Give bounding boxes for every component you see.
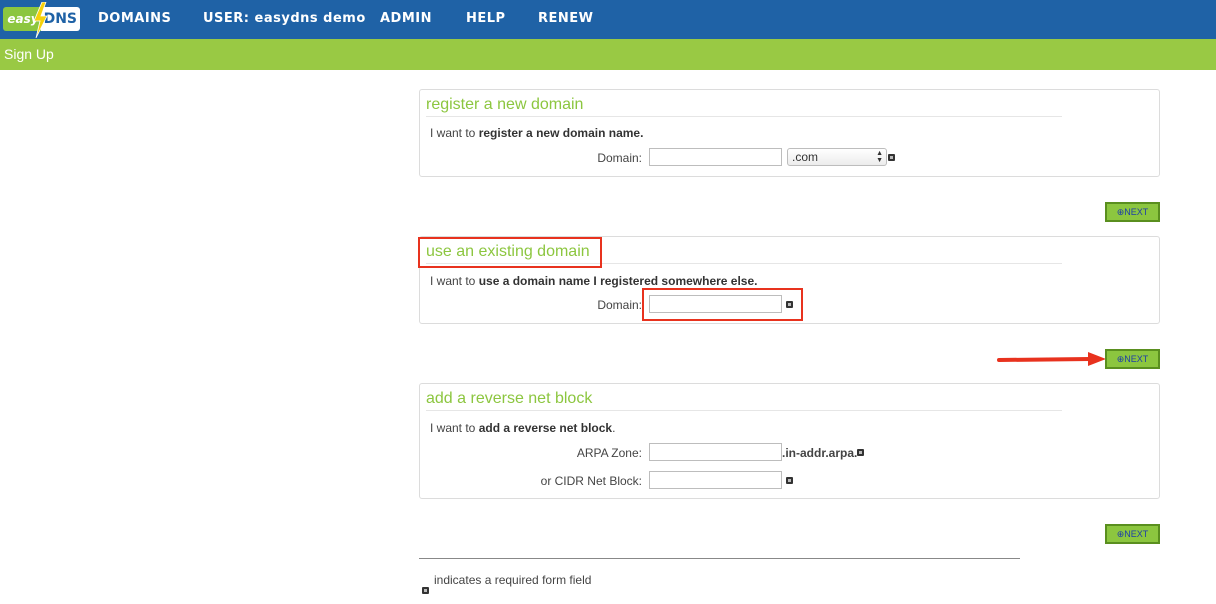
arpa-zone-label: ARPA Zone: xyxy=(576,446,642,460)
arpa-zone-input[interactable] xyxy=(649,443,782,461)
lightning-bolt-icon xyxy=(33,2,48,38)
existing-next-button[interactable]: ⊕NEXT xyxy=(1105,349,1160,369)
register-domain-panel: register a new domain I want to register… xyxy=(419,89,1160,177)
nav-domains[interactable]: DOMAINS xyxy=(98,11,171,26)
register-domain-input[interactable] xyxy=(649,148,782,166)
cidr-label: or CIDR Net Block: xyxy=(540,474,642,488)
page-title: Sign Up xyxy=(4,46,54,62)
highlight-existing-heading xyxy=(418,237,602,268)
easydns-logo[interactable]: easy DNS xyxy=(3,2,80,38)
red-arrow-icon xyxy=(997,352,1106,366)
reverse-next-button[interactable]: ⊕NEXT xyxy=(1105,524,1160,544)
required-field-icon xyxy=(888,154,895,161)
required-field-icon xyxy=(422,587,429,594)
existing-domain-label: Domain: xyxy=(597,298,642,312)
nav-user[interactable]: USER: easydns demo xyxy=(203,11,366,26)
register-next-button[interactable]: ⊕NEXT xyxy=(1105,202,1160,222)
register-domain-heading: register a new domain xyxy=(426,96,584,113)
reverse-netblock-panel: add a reverse net block I want to add a … xyxy=(419,383,1160,499)
tld-select[interactable]: .com ▲ ▼ xyxy=(787,148,887,166)
reverse-netblock-intro: I want to add a reverse net block. xyxy=(430,421,616,435)
cidr-input[interactable] xyxy=(649,471,782,489)
existing-domain-intro: I want to use a domain name I registered… xyxy=(430,274,758,288)
register-domain-label: Domain: xyxy=(597,151,642,165)
heading-divider xyxy=(426,410,1062,411)
subheader-bar: Sign Up xyxy=(0,39,1216,70)
nav-admin[interactable]: ADMIN xyxy=(380,11,432,26)
reverse-netblock-heading: add a reverse net block xyxy=(426,390,593,407)
required-field-icon xyxy=(857,449,864,456)
required-field-note: indicates a required form field xyxy=(434,573,592,587)
footer-divider xyxy=(419,558,1020,559)
select-arrows-icon: ▲ ▼ xyxy=(876,150,883,164)
tld-select-value: .com xyxy=(792,150,819,164)
top-nav: easy DNS DOMAINS USER: easydns demo ADMI… xyxy=(0,0,1216,39)
heading-divider xyxy=(426,116,1062,117)
arpa-suffix: .in-addr.arpa. xyxy=(782,446,858,460)
required-field-icon xyxy=(786,477,793,484)
register-domain-intro: I want to register a new domain name. xyxy=(430,126,644,140)
highlight-existing-input xyxy=(642,288,803,321)
nav-help[interactable]: HELP xyxy=(466,11,506,26)
nav-renew[interactable]: RENEW xyxy=(538,11,594,26)
